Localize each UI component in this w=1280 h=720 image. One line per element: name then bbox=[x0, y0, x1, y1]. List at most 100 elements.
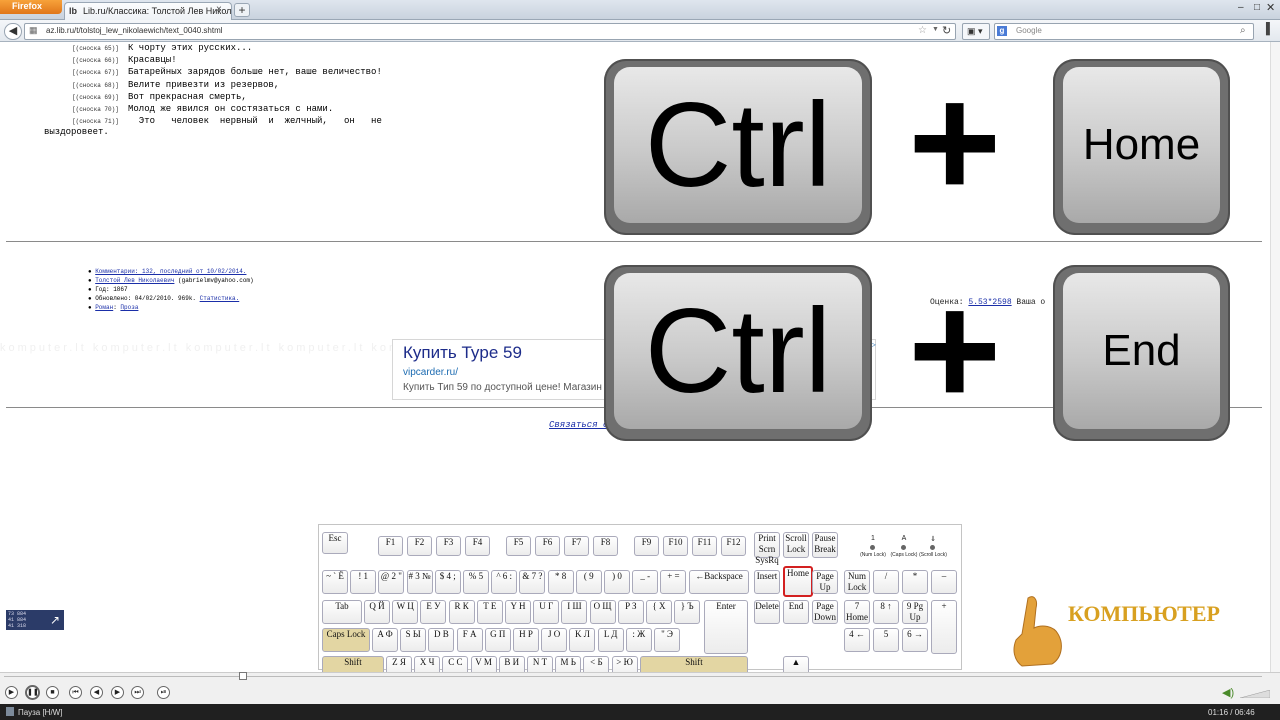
key-letter[interactable]: A Ф bbox=[372, 628, 398, 652]
footnote-ref[interactable]: [(сноска 68)] bbox=[72, 82, 119, 89]
search-icon[interactable]: ⌕ bbox=[1240, 25, 1246, 36]
key-number[interactable]: ) 0 bbox=[604, 570, 630, 594]
key-f11[interactable]: F11 bbox=[692, 536, 717, 556]
tab-close-icon[interactable]: × bbox=[216, 4, 222, 15]
key-num-9[interactable]: 9 Pg Up bbox=[902, 600, 928, 624]
key-esc[interactable]: Esc bbox=[322, 532, 348, 554]
ad-title[interactable]: Купить Type 59 bbox=[403, 343, 522, 363]
statistics-link[interactable]: Статистика. bbox=[200, 295, 240, 302]
key-f4[interactable]: F4 bbox=[465, 536, 490, 556]
key-letter[interactable]: J О bbox=[541, 628, 568, 652]
key-num-8[interactable]: 8 ↑ bbox=[873, 600, 899, 624]
volume-slider[interactable] bbox=[1240, 690, 1270, 698]
back-button[interactable]: ◀ bbox=[4, 23, 22, 40]
key-letter[interactable]: O Щ bbox=[589, 600, 616, 624]
key-tab[interactable]: Tab bbox=[322, 600, 362, 624]
new-tab-button[interactable]: + bbox=[234, 3, 250, 17]
pause-icon[interactable]: ❚❚ bbox=[25, 685, 40, 700]
category-link[interactable]: Проза bbox=[120, 304, 138, 311]
forward-icon[interactable]: ▶ bbox=[111, 686, 124, 699]
key-letter[interactable]: H Р bbox=[513, 628, 539, 652]
key-end[interactable]: End bbox=[783, 600, 809, 624]
key-letter[interactable]: { Х bbox=[646, 600, 672, 624]
key-letter[interactable]: } Ъ bbox=[674, 600, 701, 624]
key-home[interactable]: Home bbox=[783, 566, 813, 597]
key-letter[interactable]: L Д bbox=[597, 628, 624, 652]
key-number[interactable]: ^ 6 : bbox=[491, 570, 518, 594]
key-page-up[interactable]: Page Up bbox=[812, 570, 838, 594]
footnote-ref[interactable]: [(сноска 70)] bbox=[72, 106, 119, 113]
key-letter[interactable]: W Ц bbox=[392, 600, 419, 624]
key-backspace[interactable]: ←Backspace bbox=[689, 570, 749, 594]
reload-icon[interactable]: ↻ bbox=[942, 24, 951, 37]
key-f12[interactable]: F12 bbox=[721, 536, 746, 556]
key-letter[interactable]: K Л bbox=[569, 628, 596, 652]
key-enter[interactable]: Enter bbox=[704, 600, 748, 654]
volume-icon[interactable]: ◀) bbox=[1222, 686, 1234, 699]
footnote-ref[interactable]: [(сноска 66)] bbox=[72, 57, 119, 64]
google-engine-icon[interactable]: g bbox=[997, 26, 1007, 36]
key-number[interactable]: ~ ` Ё bbox=[322, 570, 348, 594]
ad-url[interactable]: vipcarder.ru/ bbox=[403, 367, 458, 378]
key-num-5[interactable]: 5 bbox=[873, 628, 899, 652]
key-letter[interactable]: : Ж bbox=[625, 628, 652, 652]
key-pause[interactable]: Pause Break bbox=[812, 532, 838, 558]
key-f5[interactable]: F5 bbox=[506, 536, 531, 556]
key-number[interactable]: _ - bbox=[632, 570, 659, 594]
key-number[interactable]: & 7 ? bbox=[519, 570, 546, 594]
key-delete[interactable]: Delete bbox=[754, 600, 780, 624]
page-menu-icon[interactable]: ▐ bbox=[1262, 23, 1270, 35]
key-letter[interactable]: S Ы bbox=[400, 628, 427, 652]
key-number[interactable]: @ 2 " bbox=[378, 570, 405, 594]
url-text[interactable]: az.lib.ru/t/tolstoj_lew_nikolaewich/text… bbox=[46, 26, 223, 35]
key-f8[interactable]: F8 bbox=[593, 536, 618, 556]
seek-bar[interactable] bbox=[0, 672, 1280, 682]
key-f9[interactable]: F9 bbox=[634, 536, 659, 556]
expand-arrow-icon[interactable]: ↗ bbox=[50, 613, 60, 627]
key-insert[interactable]: Insert bbox=[754, 570, 780, 594]
key-number[interactable]: ! 1 bbox=[350, 570, 377, 594]
close-icon[interactable]: ✕ bbox=[1266, 1, 1275, 14]
key-f1[interactable]: F1 bbox=[378, 536, 403, 556]
contact-link[interactable]: Связаться с bbox=[549, 420, 607, 430]
key-number[interactable]: % 5 bbox=[463, 570, 489, 594]
maximize-icon[interactable]: □ bbox=[1254, 2, 1260, 13]
key-scroll-lock[interactable]: Scroll Lock bbox=[783, 532, 809, 558]
key-caps-lock[interactable]: Caps Lock bbox=[322, 628, 370, 652]
firefox-menu-button[interactable]: Firefox bbox=[0, 0, 62, 14]
key-letter[interactable]: R К bbox=[448, 600, 475, 624]
key-number[interactable]: $ 4 ; bbox=[434, 570, 461, 594]
url-history-dropdown-icon[interactable]: ▼ bbox=[932, 26, 939, 33]
key-num-6[interactable]: 6 → bbox=[902, 628, 928, 652]
bookmark-star-icon[interactable]: ☆ bbox=[918, 25, 927, 36]
minimize-icon[interactable]: – bbox=[1238, 2, 1244, 13]
stop-icon[interactable]: ■ bbox=[46, 686, 59, 699]
key-letter[interactable]: I Ш bbox=[561, 600, 588, 624]
tab-active[interactable]: Lib.ru/Классика: Толстой Лев Николае... bbox=[64, 2, 232, 20]
key-number[interactable]: # 3 № bbox=[406, 570, 433, 594]
key-letter[interactable]: G П bbox=[484, 628, 511, 652]
key-letter[interactable]: F А bbox=[456, 628, 483, 652]
key-letter[interactable]: E У bbox=[420, 600, 447, 624]
key-f10[interactable]: F10 bbox=[663, 536, 688, 556]
key-letter[interactable]: P З bbox=[617, 600, 644, 624]
key-letter[interactable]: T Е bbox=[476, 600, 503, 624]
rewind-icon[interactable]: ◀ bbox=[90, 686, 103, 699]
skip-back-icon[interactable]: ⏮ bbox=[69, 686, 82, 699]
genre-link[interactable]: Роман bbox=[95, 304, 113, 311]
page-identity-icon[interactable]: ▦ bbox=[29, 25, 38, 36]
footnote-ref[interactable]: [(сноска 71)] bbox=[72, 118, 119, 125]
footnote-ref[interactable]: [(сноска 67)] bbox=[72, 69, 119, 76]
play-icon[interactable]: ▶ bbox=[5, 686, 18, 699]
seek-handle[interactable] bbox=[239, 672, 247, 680]
skip-forward-icon[interactable]: ⏭ bbox=[131, 686, 144, 699]
key-f3[interactable]: F3 bbox=[436, 536, 461, 556]
key-f7[interactable]: F7 bbox=[564, 536, 589, 556]
key-letter[interactable]: U Г bbox=[533, 600, 560, 624]
key-num-4[interactable]: 4 ← bbox=[844, 628, 870, 652]
footnote-ref[interactable]: [(сноска 69)] bbox=[72, 94, 119, 101]
addon-toolbar-button[interactable]: ▣ ▾ bbox=[962, 23, 990, 40]
footnote-ref[interactable]: [(сноска 65)] bbox=[72, 45, 119, 52]
key-letter[interactable]: D В bbox=[428, 628, 455, 652]
author-link[interactable]: Толстой Лев Николаевич bbox=[95, 277, 174, 284]
